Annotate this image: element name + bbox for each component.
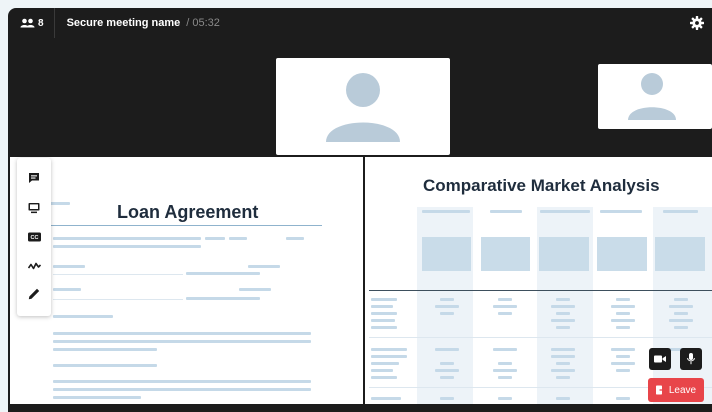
activity-button[interactable] [26,258,42,274]
meeting-window: 8 Secure meeting name / 05:32 Loan Agree… [8,8,712,412]
leave-label: Leave [668,384,697,396]
draw-button[interactable] [26,286,42,302]
leave-button[interactable]: Leave [648,378,704,402]
people-icon [20,18,35,28]
microphone-icon [687,353,695,365]
screen-share-button[interactable] [26,200,42,216]
cc-icon: CC [27,232,41,242]
participant-video-tile[interactable] [598,64,712,129]
svg-text:CC: CC [30,235,38,241]
shared-document-loan[interactable]: Loan Agreement [10,157,363,404]
top-bar: 8 Secure meeting name / 05:32 [8,8,712,38]
microphone-button[interactable] [680,348,702,370]
document-title: Loan Agreement [117,202,259,222]
gear-icon[interactable] [690,16,704,30]
document-title: Comparative Market Analysis [423,176,660,195]
camera-button[interactable] [649,348,671,370]
avatar-icon [628,73,676,120]
participants-button[interactable]: 8 [8,8,55,38]
exit-icon [655,385,665,395]
meeting-timer: / 05:32 [186,17,220,29]
meeting-name: Secure meeting name [66,17,181,29]
participant-video-tile[interactable] [276,58,450,155]
camera-icon [654,355,666,363]
chat-button[interactable] [26,170,42,186]
annotation-toolbar: CC [17,158,51,316]
chat-icon [29,173,39,183]
activity-icon [27,262,41,270]
captions-button[interactable]: CC [26,229,42,245]
avatar-icon [326,73,400,142]
pen-icon [28,288,40,300]
participant-count: 8 [38,17,44,29]
screen-share-icon [28,203,40,214]
